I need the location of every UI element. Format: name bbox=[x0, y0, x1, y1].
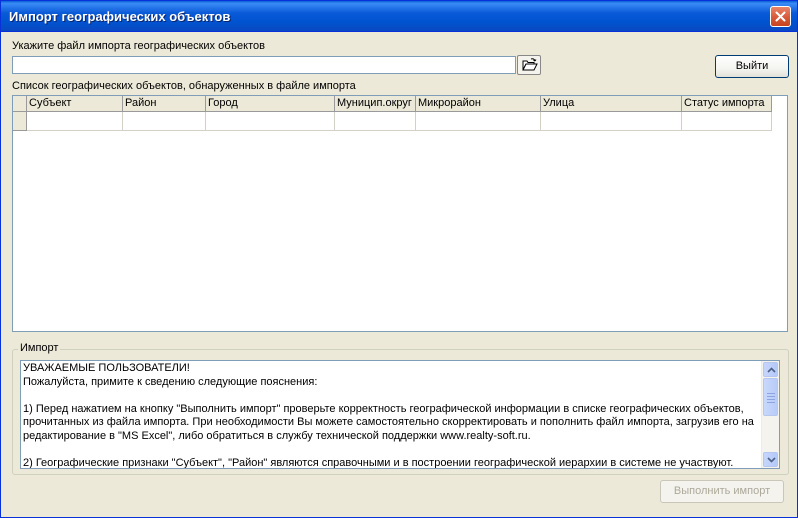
memo-line: редактирование в "MS Excel", либо обрати… bbox=[23, 429, 531, 442]
col-header-city[interactable]: Город bbox=[206, 96, 335, 112]
col-header-microdistrict[interactable]: Микрорайон bbox=[416, 96, 541, 112]
scroll-up-button[interactable] bbox=[763, 362, 778, 377]
chevron-down-icon bbox=[767, 457, 776, 463]
memo-line: Пожалуйста, примите к сведению следующие… bbox=[23, 375, 318, 388]
window-title: Импорт географических объектов bbox=[9, 9, 231, 24]
col-header-import-status[interactable]: Статус импорта bbox=[682, 96, 772, 112]
grip-line bbox=[767, 393, 775, 394]
col-header-subject[interactable]: Субъект bbox=[27, 96, 123, 112]
scroll-down-button[interactable] bbox=[763, 452, 778, 467]
instructions-text: УВАЖАЕМЫЕ ПОЛЬЗОВАТЕЛИ! Пожалуйста, прим… bbox=[23, 362, 761, 469]
instructions-memo[interactable]: УВАЖАЕМЫЕ ПОЛЬЗОВАТЕЛИ! Пожалуйста, прим… bbox=[20, 360, 780, 469]
memo-scrollbar[interactable] bbox=[761, 361, 779, 468]
grip-line bbox=[767, 402, 775, 403]
grip-line bbox=[767, 396, 775, 397]
table-cell[interactable] bbox=[416, 112, 541, 131]
open-folder-icon bbox=[522, 58, 538, 71]
col-header-district[interactable]: Район bbox=[123, 96, 206, 112]
memo-line bbox=[23, 389, 761, 403]
memo-line: 1) Перед нажатием на кнопку "Выполнить и… bbox=[23, 402, 744, 415]
list-label: Список географических объектов, обнаруже… bbox=[12, 80, 356, 92]
memo-line: 2) Географические признаки "Субъект", "Р… bbox=[23, 456, 734, 469]
table-cell[interactable] bbox=[335, 112, 416, 131]
grid-corner bbox=[13, 96, 27, 112]
file-label: Укажите файл импорта географических объе… bbox=[12, 40, 265, 52]
table-cell[interactable] bbox=[206, 112, 335, 131]
grip-line bbox=[767, 399, 775, 400]
memo-line bbox=[23, 443, 761, 457]
exit-button[interactable]: Выйти bbox=[715, 55, 789, 78]
geo-objects-grid[interactable]: Субъект Район Город Муницип.округ Микрор… bbox=[12, 95, 788, 332]
browse-file-button[interactable] bbox=[517, 55, 541, 75]
col-header-municipal-district[interactable]: Муницип.округ bbox=[335, 96, 416, 112]
chevron-up-icon bbox=[767, 367, 776, 373]
close-button[interactable] bbox=[770, 6, 791, 27]
col-header-street[interactable]: Улица bbox=[541, 96, 682, 112]
run-import-button[interactable]: Выполнить импорт bbox=[660, 480, 784, 503]
import-dialog: Импорт географических объектов Укажите ф… bbox=[0, 0, 798, 518]
scroll-thumb[interactable] bbox=[763, 378, 778, 416]
table-cell[interactable] bbox=[27, 112, 123, 131]
memo-line: УВАЖАЕМЫЕ ПОЛЬЗОВАТЕЛИ! bbox=[23, 362, 190, 374]
table-cell[interactable] bbox=[123, 112, 206, 131]
close-icon bbox=[775, 11, 786, 22]
file-path-input[interactable] bbox=[12, 56, 516, 74]
title-bar[interactable]: Импорт географических объектов bbox=[1, 1, 797, 32]
row-selector[interactable] bbox=[13, 112, 27, 131]
import-group-title: Импорт bbox=[18, 342, 61, 354]
table-cell[interactable] bbox=[541, 112, 682, 131]
table-cell[interactable] bbox=[682, 112, 772, 131]
memo-line: прочитанных из файла импорта. При необхо… bbox=[23, 416, 754, 428]
